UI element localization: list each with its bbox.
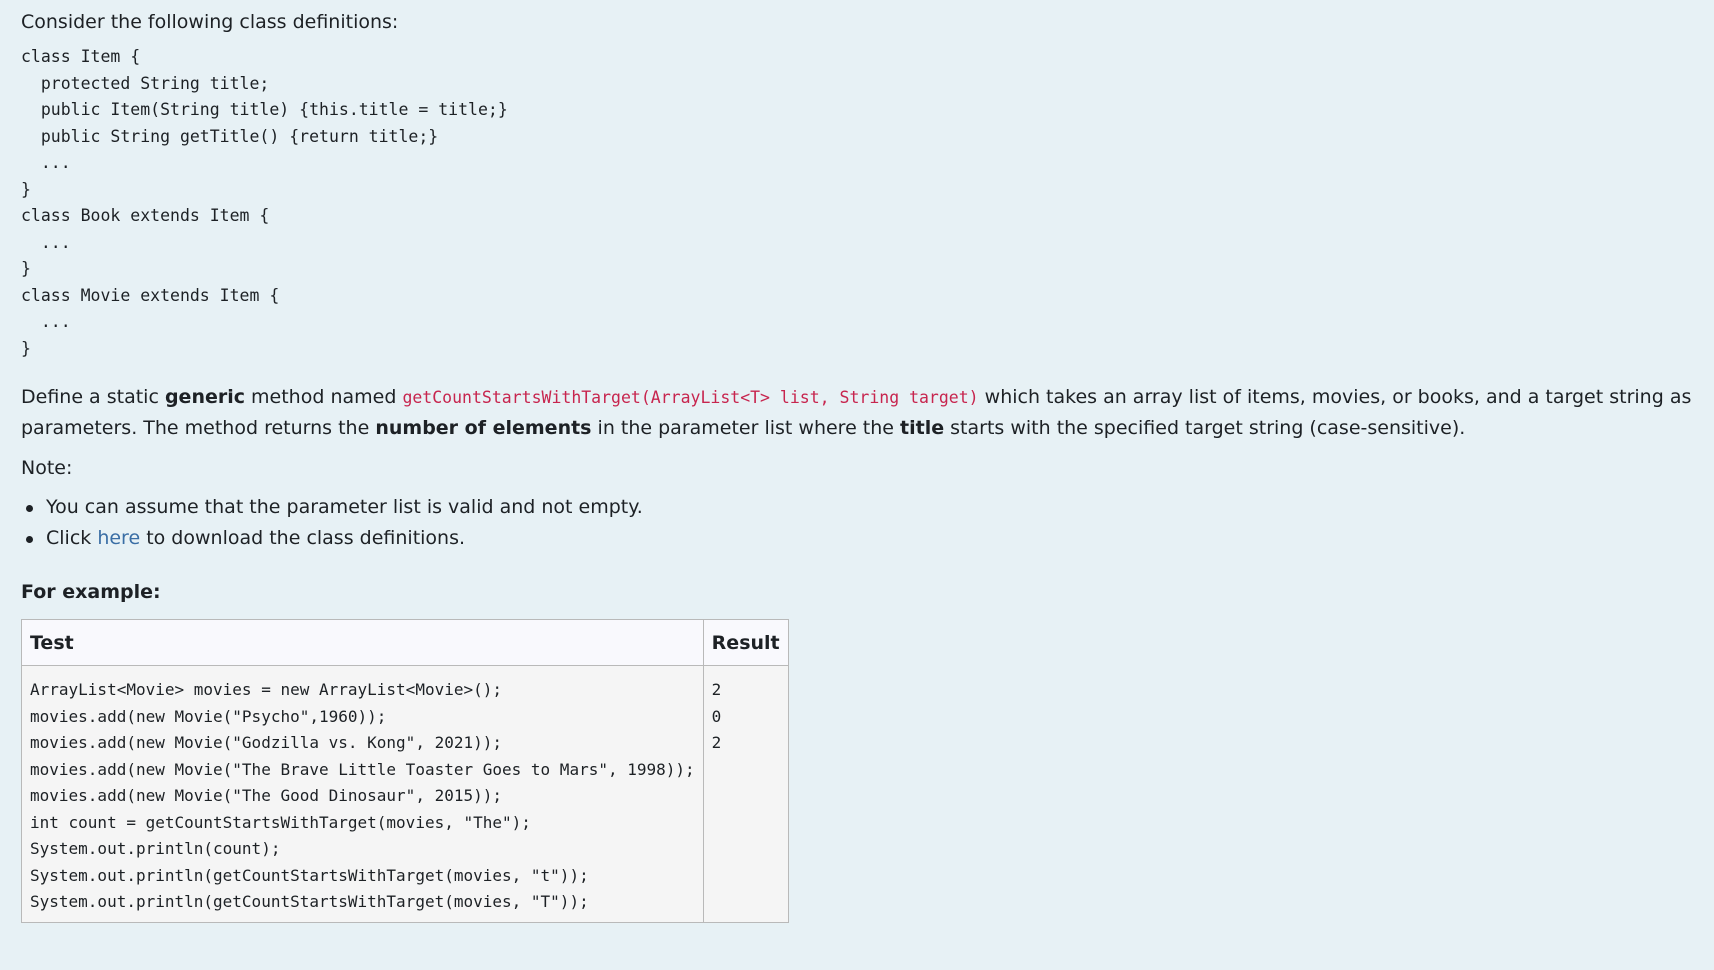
description-text: in the parameter list where the — [591, 417, 901, 439]
class-definitions-code: class Item { protected String title; pub… — [21, 47, 508, 358]
description-text: starts with the specified target string … — [944, 417, 1466, 439]
description-bold-title: title — [900, 417, 945, 439]
note-item-assumption: You can assume that the parameter list i… — [26, 492, 1701, 523]
result-output: 2 0 2 — [711, 680, 722, 752]
table-row: ArrayList<Movie> movies = new ArrayList<… — [21, 665, 789, 923]
description-paragraph: Define a static generic method named get… — [21, 382, 1701, 444]
description-bold-generic: generic — [164, 386, 245, 408]
method-signature-code: getCountStartsWithTarget(ArrayList<T> li… — [402, 388, 979, 407]
result-cell: 2 0 2 — [702, 665, 789, 923]
intro-text: Consider the following class definitions… — [21, 11, 399, 33]
notes-list: You can assume that the parameter list i… — [21, 492, 1701, 554]
header-result: Result — [702, 619, 789, 666]
example-table: Test Result ArrayList<Movie> movies = ne… — [21, 619, 789, 923]
example-heading: For example: — [21, 581, 161, 603]
question-content: Consider the following class definitions… — [21, 0, 1701, 923]
header-test: Test — [21, 619, 704, 666]
note-text: to download the class definitions. — [140, 527, 466, 549]
test-cell: ArrayList<Movie> movies = new ArrayList<… — [21, 665, 704, 923]
description-bold-number-of-elements: number of elements — [375, 417, 592, 439]
table-header-row: Test Result — [21, 619, 789, 666]
download-here-link[interactable]: here — [97, 527, 140, 549]
description-text: Define a static — [21, 386, 165, 408]
description-text: method named — [245, 386, 403, 408]
note-label: Note: — [21, 457, 73, 479]
note-item-download: Click here to download the class definit… — [26, 523, 1701, 554]
note-text: Click — [46, 527, 98, 549]
test-code: ArrayList<Movie> movies = new ArrayList<… — [30, 680, 695, 911]
